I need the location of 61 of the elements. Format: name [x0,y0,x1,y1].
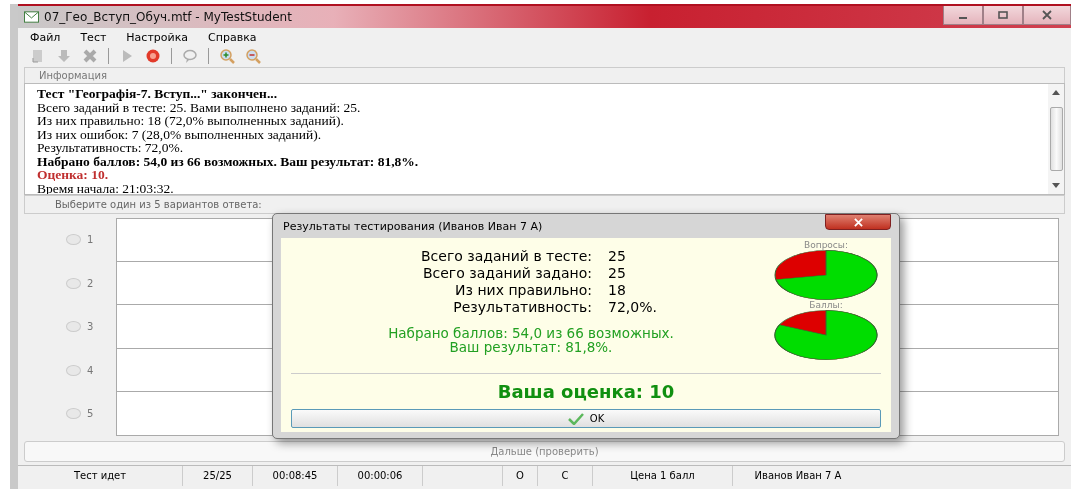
pie-label: Вопросы: [804,240,848,250]
answer-radio[interactable]: 1 [24,218,116,262]
close-icon [852,217,864,227]
menu-item[interactable]: Справка [208,31,257,44]
status-cell: О [503,465,538,486]
status-cell-text: Иванов Иван 7 А [753,469,843,483]
window-title: 07_Гео_Вступ_Обуч.mtf - MyTestStudent [44,10,292,24]
scroll-up-icon[interactable] [1052,90,1060,95]
stat-value: 18 [608,282,627,299]
status-cell: 25/25 [183,465,253,486]
next-button[interactable]: Дальше (проверить) [24,440,1065,462]
dialog-title: Результаты тестирования (Иванов Иван 7 А) [282,220,543,233]
status-cell: Цена 1 балл [593,465,733,486]
info-line: Результативность: 72,0%. [37,141,184,155]
close-button[interactable] [1023,6,1071,25]
stat-value: 25 [608,248,627,265]
stat-label: Результативность: [452,299,593,316]
envelope-icon [24,11,39,23]
speech-bubble-icon[interactable] [182,48,198,64]
info-line: Набрано баллов: 54,0 из 66 возможных. Ваш результат: 81,8%. [37,154,420,168]
close-button[interactable] [825,214,891,230]
stat-label: Всего заданий задано: [421,265,593,282]
cross-icon[interactable] [82,48,98,64]
stat-label: Всего заданий в тесте: [421,248,593,265]
stat-value: 72,0%. [608,299,657,316]
status-cell: 00:00:06 [338,465,423,486]
menu-item[interactable]: Тест [80,31,107,44]
minimize-icon [959,17,967,19]
menu-item[interactable]: Файл [30,31,61,44]
stop-icon[interactable] [145,48,161,64]
info-line: Оценка: 10. [37,168,110,182]
answer-prompt: Выберите один из 5 вариантов ответа: [55,199,262,210]
answer-radio[interactable]: 5 [24,392,116,436]
menu-item[interactable]: Настройка [126,31,189,44]
scroll-down-icon[interactable] [1052,183,1060,188]
score-text: Ваш результат: 81,8%. [449,340,613,354]
maximize-button[interactable] [983,6,1023,25]
info-line: Из них правильно: 18 (72,0% выполненных заданий). [37,114,345,128]
score-text: Набрано баллов: 54,0 из 66 возможных. [388,326,674,340]
stat-label: Из них правильно: [454,282,593,299]
answer-radio[interactable]: 3 [24,305,116,349]
maximize-icon [998,10,1008,20]
info-line: Тест "Географія-7. Вступ..." закончен... [37,87,278,101]
status-cell: 00:08:45 [253,465,338,486]
panel-heading: Информация [39,70,108,81]
info-line: Из них ошибок: 7 (28,0% выполненных заданий). [37,127,322,141]
checkmark-icon [567,412,584,425]
minimize-button[interactable] [943,6,983,25]
status-cell: Тест идет [18,465,183,486]
ok-button[interactable]: OK [291,409,881,428]
answer-radio[interactable]: 4 [24,348,116,392]
scrollbar[interactable] [1048,84,1064,194]
zoom-out-icon[interactable] [245,48,261,64]
grade-text: Ваша оценка: 10 [497,381,675,402]
zoom-in-icon[interactable] [219,48,235,64]
status-cell: С [538,465,593,486]
close-icon [1042,10,1052,20]
info-line: Всего заданий в тесте: 25. Вами выполнено заданий: 25. [37,100,362,114]
stat-value: 25 [608,265,627,282]
pie-label: Баллы: [809,300,843,310]
answer-radio[interactable]: 2 [24,261,116,305]
